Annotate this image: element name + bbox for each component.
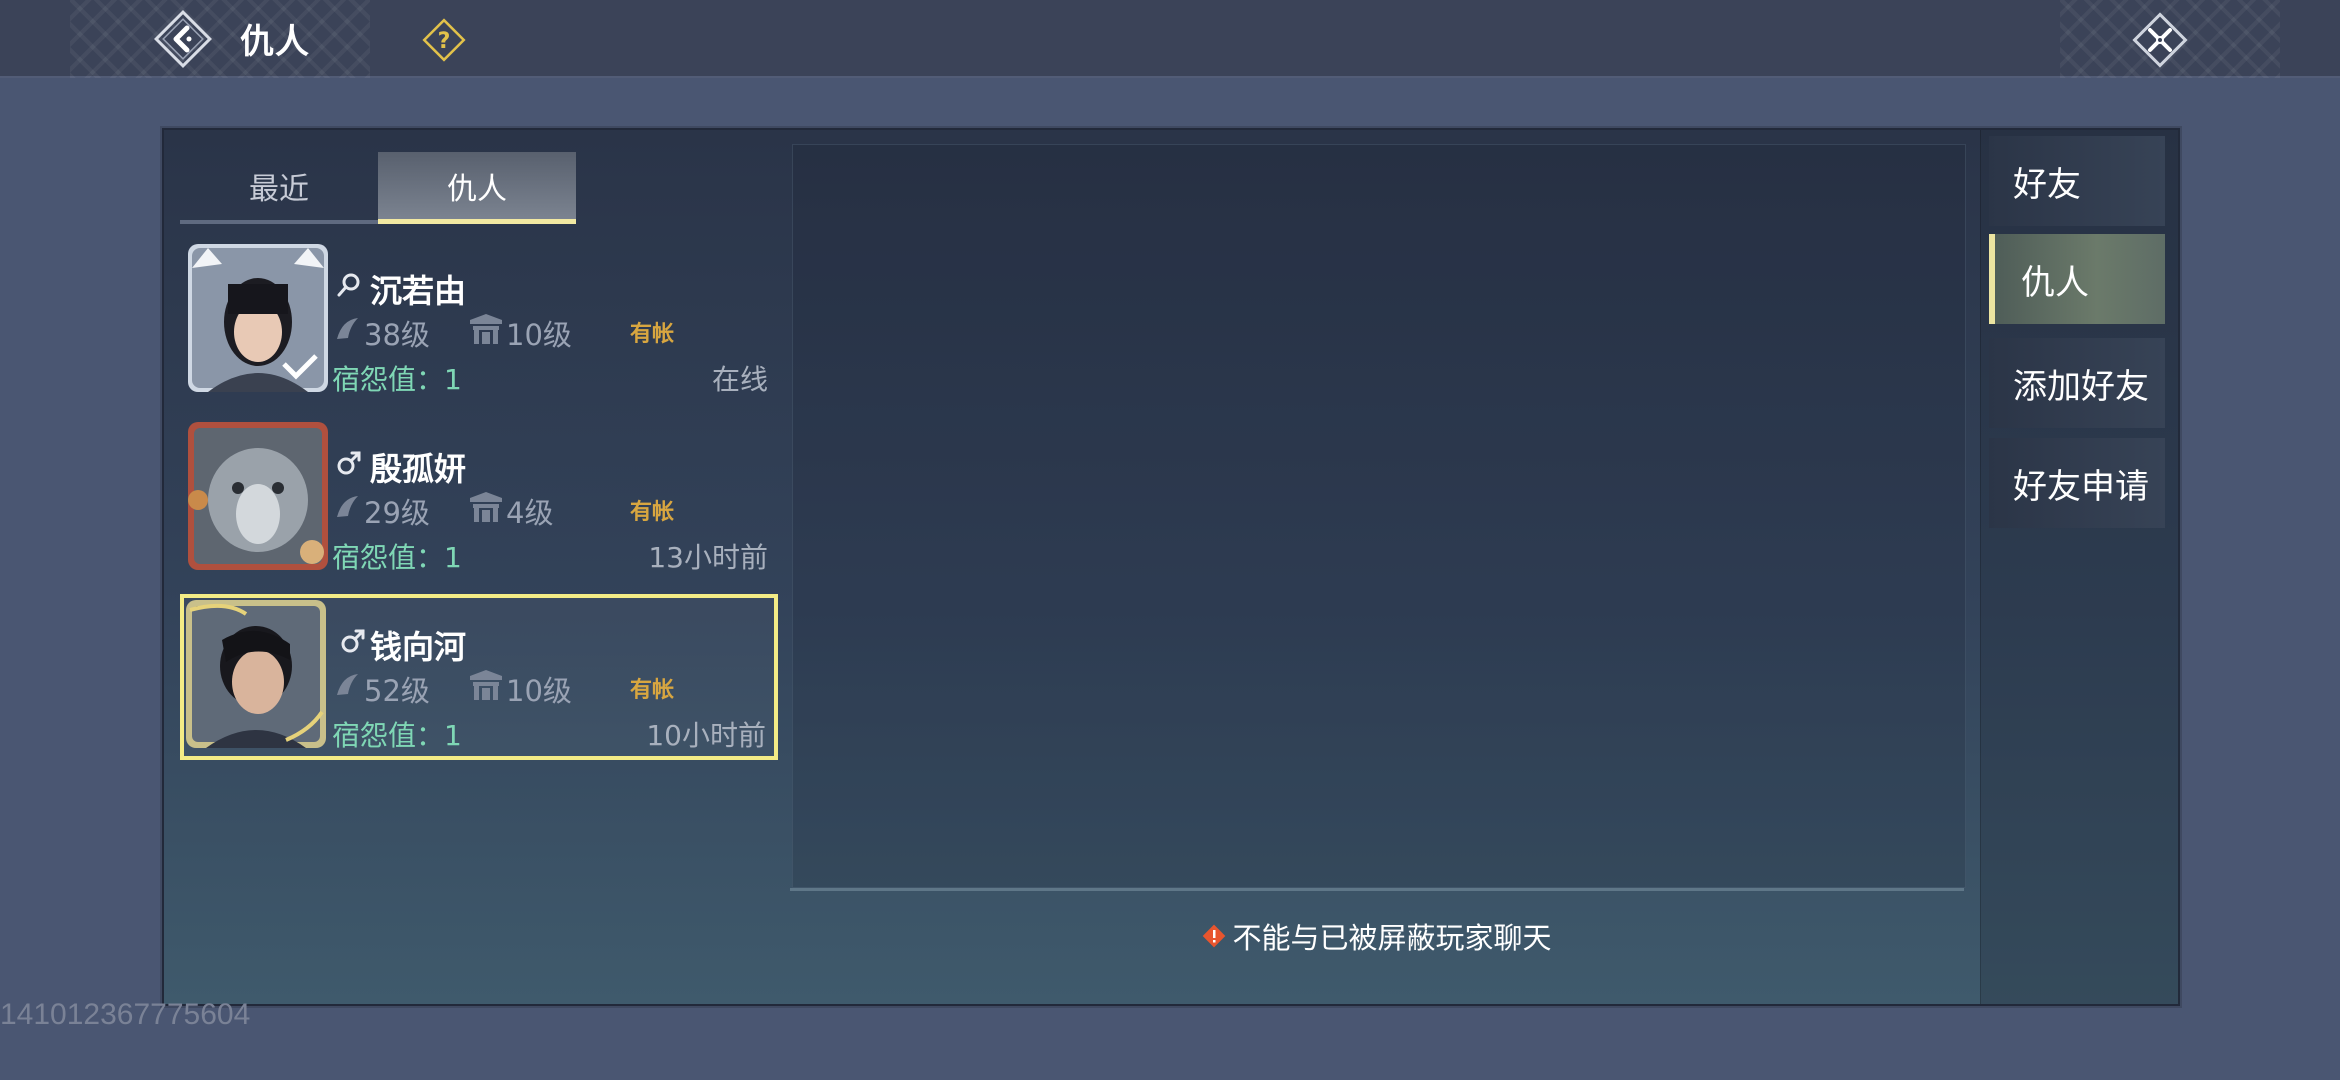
female-icon — [337, 273, 360, 297]
chat-area — [792, 144, 1966, 888]
main-panel: 最近 仇人 沉若由 38级 10级 有帐 宿怨值：1 在线 殷孤妍 29级 4级… — [162, 128, 2180, 1006]
close-button[interactable] — [2126, 6, 2194, 74]
blocked-notice: 不能与已被屏蔽玩家聊天 — [790, 906, 1964, 966]
tab-recent[interactable]: 最近 — [180, 152, 378, 224]
nav-friend-requests[interactable]: 好友申请 — [1989, 438, 2165, 528]
level-icon — [337, 318, 358, 339]
level-icon — [337, 496, 358, 517]
page-title: 仇人 — [240, 22, 310, 62]
male-icon — [341, 629, 365, 653]
top-bar: 仇人 ? — [0, 0, 2340, 78]
grudge-value: 宿怨值：1 — [332, 719, 462, 752]
guild-icon — [470, 670, 502, 700]
enemy-row[interactable]: 沉若由 38级 10级 有帐 宿怨值：1 在线 — [180, 238, 778, 404]
enemy-row[interactable]: 殷孤妍 29级 4级 有帐 宿怨值：1 13小时前 — [180, 416, 778, 582]
help-button[interactable]: ? — [420, 16, 468, 64]
player-level: 29级 — [364, 496, 430, 530]
back-button[interactable] — [148, 4, 218, 74]
tab-enemies[interactable]: 仇人 — [378, 152, 576, 224]
guild-level: 10级 — [506, 674, 572, 708]
guild-level: 4级 — [506, 496, 554, 530]
enemy-name: 殷孤妍 — [370, 450, 467, 488]
enemy-tag: 有帐 — [630, 500, 675, 525]
enemy-tag: 有帐 — [630, 678, 675, 703]
player-level: 38级 — [364, 318, 430, 352]
svg-text:?: ? — [438, 29, 451, 54]
enemy-tag: 有帐 — [630, 322, 675, 347]
avatar — [188, 244, 328, 392]
enemy-row-selected[interactable]: 钱向河 52级 10级 有帐 宿怨值：1 10小时前 — [180, 594, 778, 760]
enemy-name: 钱向河 — [370, 628, 467, 666]
question-mark-icon: ? — [422, 18, 466, 62]
grudge-value: 宿怨值：1 — [332, 363, 462, 396]
guild-icon — [470, 492, 502, 522]
chat-divider — [790, 888, 1964, 891]
player-level: 52级 — [364, 674, 430, 708]
level-icon — [337, 674, 358, 695]
right-nav: 好友 仇人 添加好友 好友申请 — [1980, 130, 2180, 1004]
blocked-notice-text: 不能与已被屏蔽玩家聊天 — [1232, 921, 1552, 955]
left-tabs: 最近 仇人 — [180, 152, 580, 224]
male-icon — [337, 451, 361, 475]
grudge-value: 宿怨值：1 — [332, 541, 462, 574]
top-bar-pattern-left — [70, 0, 370, 78]
back-arrow-icon — [154, 10, 212, 68]
avatar — [186, 600, 326, 748]
guild-icon — [470, 314, 502, 344]
close-icon — [2132, 12, 2188, 68]
watermark-id: 141012367775604 — [0, 998, 251, 1031]
online-status: 13小时前 — [648, 541, 768, 574]
nav-friends[interactable]: 好友 — [1989, 136, 2165, 226]
warning-icon — [1203, 924, 1226, 948]
female-portrait-image — [188, 244, 328, 392]
online-status: 10小时前 — [646, 719, 766, 752]
wolf-portrait-image — [188, 422, 328, 570]
enemy-name: 沉若由 — [370, 272, 467, 310]
avatar — [188, 422, 328, 570]
nav-enemies[interactable]: 仇人 — [1989, 234, 2165, 324]
nav-add-friend[interactable]: 添加好友 — [1989, 338, 2165, 428]
male-portrait-image — [186, 600, 326, 748]
guild-level: 10级 — [506, 318, 572, 352]
online-status: 在线 — [711, 363, 768, 396]
